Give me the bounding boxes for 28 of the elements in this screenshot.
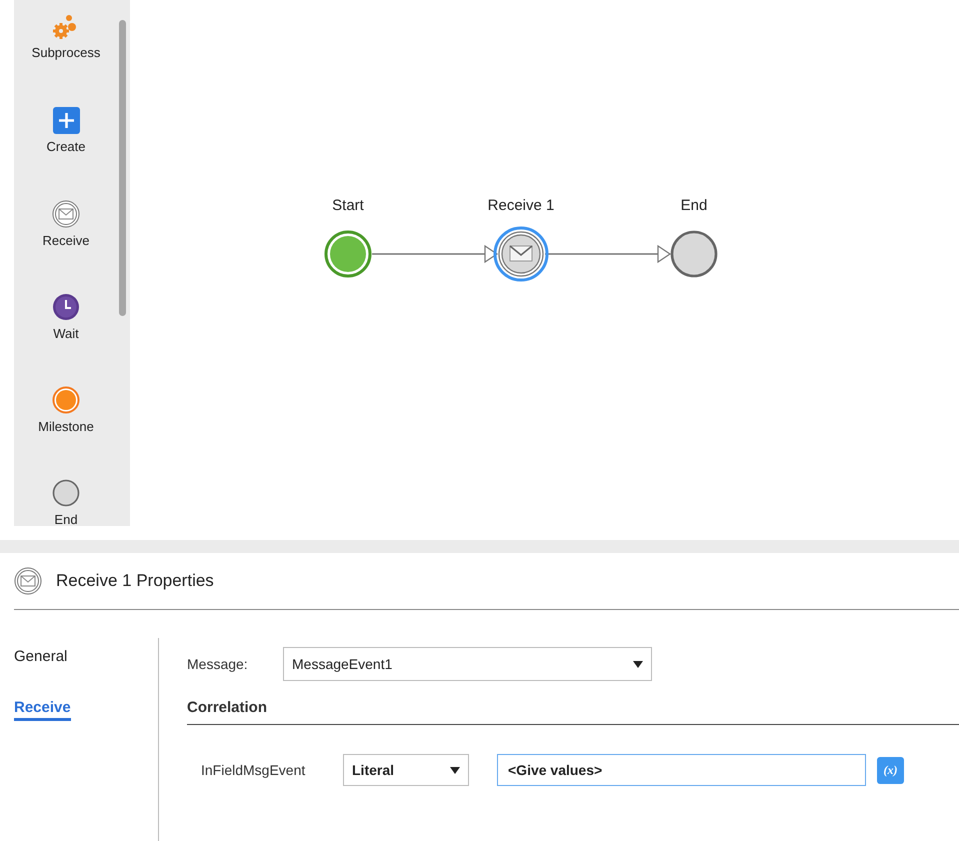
- plus-icon: [52, 107, 80, 134]
- node-label: End: [680, 197, 708, 214]
- node-label: Start: [332, 197, 364, 214]
- clock-icon: [52, 293, 80, 321]
- scrollbar-thumb[interactable]: [119, 20, 126, 316]
- dropdown-caret-icon: [450, 766, 460, 774]
- node-label: Receive 1: [488, 197, 554, 214]
- palette-item-label[interactable]: End: [54, 512, 78, 526]
- type-dropdown[interactable]: Literal: [343, 754, 469, 786]
- palette-item-label[interactable]: Milestone: [38, 419, 94, 434]
- value-input-field[interactable]: <Give values>: [497, 754, 866, 786]
- field-label: InFieldMsgEvent: [201, 762, 306, 778]
- palette-item-label[interactable]: Create: [46, 139, 86, 154]
- palette-item-label[interactable]: Subprocess: [32, 45, 100, 60]
- properties-tab[interactable]: General: [14, 648, 68, 670]
- end-circle-icon: [52, 479, 80, 507]
- properties-tab[interactable]: Receive: [14, 699, 71, 721]
- message-dropdown[interactable]: MessageEvent1: [283, 647, 652, 681]
- section-heading: Correlation: [187, 681, 959, 725]
- dropdown-caret-icon: [633, 660, 643, 668]
- envelope-icon: [14, 567, 42, 595]
- receive-event-node[interactable]: [493, 226, 549, 282]
- palette-item-label[interactable]: Wait: [53, 326, 79, 341]
- field-label: Message:: [187, 656, 249, 672]
- panel-title: Receive 1 Properties: [56, 571, 214, 591]
- milestone-circle-icon: [52, 386, 80, 414]
- palette-item-label[interactable]: Receive: [42, 233, 90, 248]
- envelope-icon: [52, 200, 80, 228]
